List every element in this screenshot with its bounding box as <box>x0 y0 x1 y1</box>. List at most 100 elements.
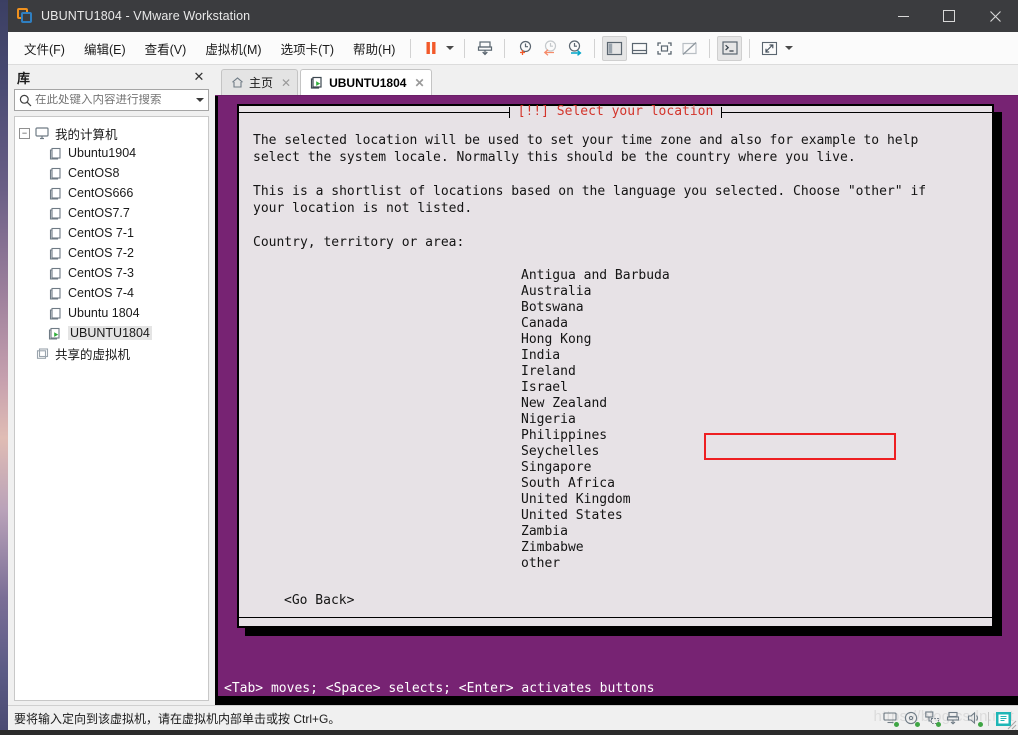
tree-item-centos7-3[interactable]: CentOS 7-3 <box>19 263 204 283</box>
resize-grip[interactable] <box>1005 717 1017 730</box>
search-input[interactable] <box>35 94 192 106</box>
close-icon[interactable]: ✕ <box>192 69 206 85</box>
usb-icon[interactable] <box>946 711 961 726</box>
tree-item-ubuntu1804-running[interactable]: UBUNTU1804 <box>19 323 204 343</box>
status-divider <box>988 711 989 726</box>
list-item[interactable]: Philippines <box>521 428 978 444</box>
show-library-icon[interactable] <box>602 35 628 61</box>
dialog-titlebar: [!!] Select your location <box>239 103 993 119</box>
menu-vm[interactable]: 虚拟机(M) <box>197 36 269 61</box>
tree-item-label: UBUNTU1804 <box>68 326 152 340</box>
list-item[interactable]: Zimbabwe <box>521 540 978 556</box>
library-header: 库 ✕ <box>14 65 209 89</box>
collapse-expander-icon[interactable]: − <box>19 127 30 139</box>
tree-item-centos7-2[interactable]: CentOS 7-2 <box>19 243 204 263</box>
fullscreen-icon[interactable] <box>652 36 677 61</box>
maximize-button[interactable] <box>926 0 972 32</box>
window-title: UBUNTU1804 - VMware Workstation <box>41 9 251 23</box>
pause-icon[interactable] <box>418 36 443 61</box>
vm-icon <box>47 207 63 220</box>
tree-item-label: CentOS666 <box>68 186 134 200</box>
chevron-down-icon[interactable] <box>192 98 208 102</box>
tree-item-centos77[interactable]: CentOS7.7 <box>19 203 204 223</box>
list-item[interactable]: Zambia <box>521 524 978 540</box>
status-message: 要将输入定向到该虚拟机，请在虚拟机内部单击或按 Ctrl+G。 <box>14 711 341 726</box>
stretch-dropdown-caret-icon[interactable] <box>782 36 796 61</box>
unity-mode-icon[interactable] <box>677 36 702 61</box>
minimize-button[interactable] <box>880 0 926 32</box>
menu-file[interactable]: 文件(F) <box>16 36 73 61</box>
power-dropdown-caret-icon[interactable] <box>443 36 457 61</box>
list-item-selected[interactable]: Hong Kong <box>521 332 978 348</box>
show-thumbnails-icon[interactable] <box>627 36 652 61</box>
dialog-title: [!!] Select your location <box>517 103 714 119</box>
search-icon <box>15 94 35 107</box>
list-item[interactable]: Israel <box>521 380 978 396</box>
dialog-paragraph-line: The selected location will be used to se… <box>253 133 919 148</box>
tab-ubuntu1804[interactable]: UBUNTU1804 ✕ <box>300 69 432 95</box>
tree-item-ubuntu-1804[interactable]: Ubuntu 1804 <box>19 303 204 323</box>
list-item[interactable]: India <box>521 348 978 364</box>
shared-vm-icon <box>34 347 50 360</box>
window-controls <box>880 0 1018 32</box>
list-item[interactable]: other <box>521 556 978 572</box>
installer-dialog: [!!] Select your location The selected l… <box>237 104 994 628</box>
close-button[interactable] <box>972 0 1018 32</box>
list-item[interactable]: Botswana <box>521 300 978 316</box>
snapshot-take-icon[interactable] <box>472 36 497 61</box>
menu-help[interactable]: 帮助(H) <box>345 36 403 61</box>
menu-view[interactable]: 查看(V) <box>137 36 195 61</box>
toolbar-divider <box>749 38 751 58</box>
sound-icon[interactable] <box>967 711 983 727</box>
list-item[interactable]: Ireland <box>521 364 978 380</box>
hard-disk-icon[interactable] <box>883 711 899 727</box>
tree-item-ubuntu1904[interactable]: Ubuntu1904 <box>19 143 204 163</box>
cd-dvd-icon[interactable] <box>904 711 920 727</box>
tree-item-centos7-1[interactable]: CentOS 7-1 <box>19 223 204 243</box>
tree-item-centos7-4[interactable]: CentOS 7-4 <box>19 283 204 303</box>
list-item[interactable]: United Kingdom <box>521 492 978 508</box>
tree-root-label: 我的计算机 <box>55 127 118 142</box>
list-item[interactable]: Seychelles <box>521 444 978 460</box>
list-item[interactable]: Australia <box>521 284 978 300</box>
go-back-button[interactable]: <Go Back> <box>284 593 354 608</box>
dialog-field-label: Country, territory or area: <box>253 235 465 250</box>
tree-item-centos8[interactable]: CentOS8 <box>19 163 204 183</box>
vm-console-screen[interactable]: [!!] Select your location The selected l… <box>215 95 1018 705</box>
tab-close-icon[interactable]: ✕ <box>281 76 291 90</box>
console-view-icon[interactable] <box>717 35 743 61</box>
list-item[interactable]: South Africa <box>521 476 978 492</box>
list-item[interactable]: Antigua and Barbuda <box>521 268 978 284</box>
list-item[interactable]: Canada <box>521 316 978 332</box>
snapshot-manage-icon[interactable] <box>562 36 587 61</box>
vm-icon <box>47 187 63 200</box>
stretch-guest-icon[interactable] <box>757 36 782 61</box>
vm-running-icon <box>310 76 324 89</box>
tree-root-my-computer[interactable]: − 我的计算机 <box>19 123 204 143</box>
library-title: 库 <box>17 70 31 86</box>
console-left-edge <box>215 96 218 705</box>
toolbar-divider <box>709 38 711 58</box>
vm-icon <box>47 147 63 160</box>
menu-tabs[interactable]: 选项卡(T) <box>273 36 342 61</box>
list-item[interactable]: Nigeria <box>521 412 978 428</box>
tree-item-shared-vms[interactable]: 共享的虚拟机 <box>19 343 204 363</box>
vm-icon <box>47 287 63 300</box>
tab-close-icon[interactable]: ✕ <box>414 76 424 90</box>
tree-item-label: Ubuntu 1804 <box>68 306 140 320</box>
tree-item-label: CentOS 7-4 <box>68 286 135 300</box>
library-search-box[interactable] <box>14 89 209 111</box>
list-item[interactable]: United States <box>521 508 978 524</box>
network-icon[interactable] <box>925 711 941 727</box>
tree-item-label: CentOS 7-2 <box>68 246 135 260</box>
snapshot-add-icon[interactable] <box>512 36 537 61</box>
menu-edit[interactable]: 编辑(E) <box>76 36 134 61</box>
tree-item-label: CentOS 7-3 <box>68 266 135 280</box>
snapshot-revert-icon[interactable] <box>537 36 562 61</box>
list-item[interactable]: Singapore <box>521 460 978 476</box>
vmware-workstation-window: UBUNTU1804 - VMware Workstation 文件(F) 编辑… <box>8 0 1018 730</box>
country-list[interactable]: Antigua and Barbuda Australia Botswana C… <box>253 268 978 572</box>
list-item[interactable]: New Zealand <box>521 396 978 412</box>
tree-item-centos666[interactable]: CentOS666 <box>19 183 204 203</box>
tab-home[interactable]: 主页 ✕ <box>221 69 299 95</box>
